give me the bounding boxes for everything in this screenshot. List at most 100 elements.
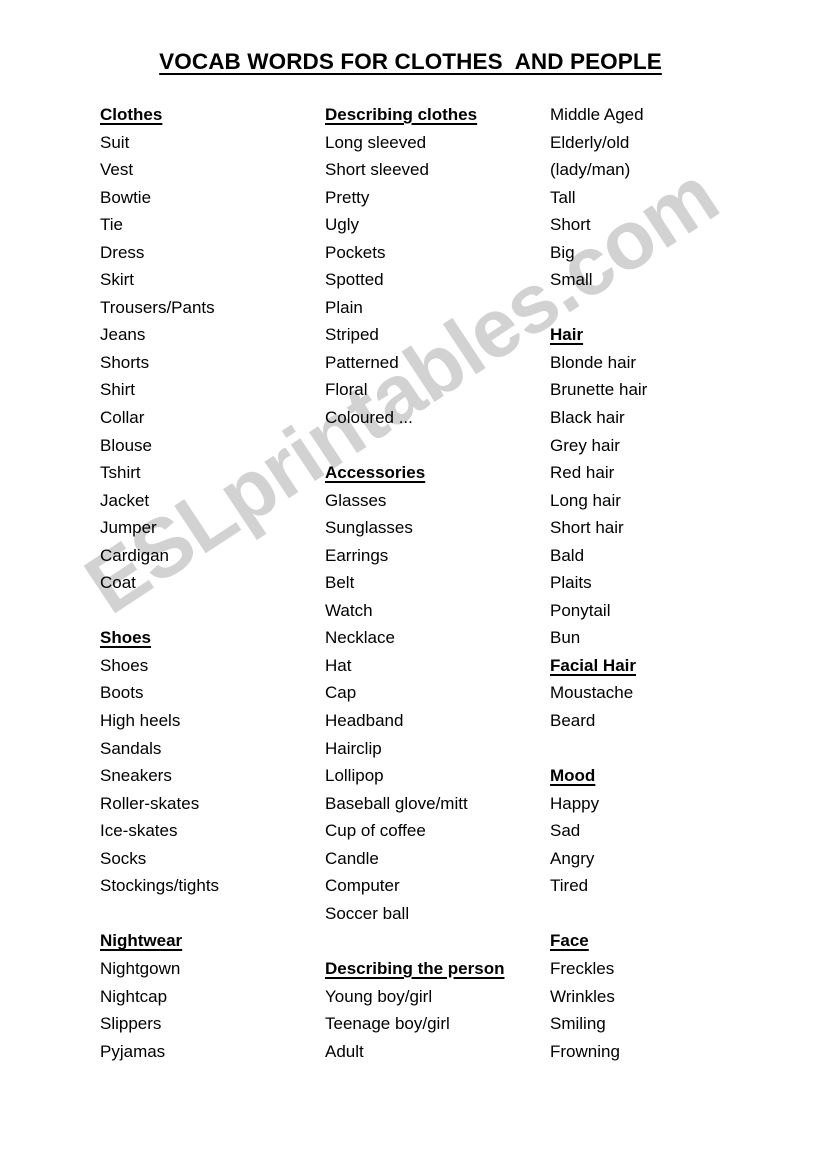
vocab-item: Shirt (100, 380, 135, 400)
vocab-item: Short (550, 215, 591, 235)
vocab-item: Dress (100, 242, 145, 262)
vocab-item: Stockings/tights (100, 876, 220, 896)
vocab-item: Jumper (100, 518, 157, 538)
vocab-item: Pretty (325, 187, 370, 207)
vocab-item: Lollipop (325, 766, 384, 786)
vocab-item: Plaits (550, 573, 592, 593)
vocab-item: Grey hair (550, 435, 620, 455)
vocab-item: Jeans (100, 325, 146, 345)
vocab-item: Moustache (550, 683, 634, 703)
vocab-item: Bowtie (100, 187, 152, 207)
vocab-item: Coloured ... (325, 408, 413, 428)
vocab-item: Short hair (550, 518, 624, 538)
vocab-item: Cardigan (100, 545, 169, 565)
vocab-item: Suit (100, 132, 130, 152)
vocab-column-2: Describing clothes Long sleeved Short slee… (325, 101, 540, 1065)
vocab-item: Big (550, 242, 575, 262)
vocab-item: Trousers/Pants (100, 297, 215, 317)
vocab-item: Long hair (550, 490, 621, 510)
vocab-item: Freckles (550, 958, 615, 978)
vocab-item: Smiling (550, 1014, 606, 1034)
vocab-item: Brunette hair (550, 380, 648, 400)
vocab-item: Patterned (325, 352, 399, 372)
vocab-item: Small (550, 270, 593, 290)
vocab-item: Socks (100, 848, 147, 868)
vocab-item: Pyjamas (100, 1041, 166, 1061)
vocab-item: Nightcap (100, 986, 168, 1006)
worksheet-page: ESLprintables.com VOCAB WORDS FOR CLOTHE… (0, 0, 821, 1169)
vocab-item: Glasses (325, 490, 387, 510)
vocab-item: Angry (550, 848, 595, 868)
vocab-item: Blonde hair (550, 352, 637, 372)
vocab-item: Happy (550, 793, 600, 813)
section-heading: Accessories (325, 463, 426, 483)
vocab-column-1: Clothes Suit Vest Bowtie Tie Dress Skirt Trouse… (100, 101, 315, 1065)
vocab-item: Sad (550, 821, 581, 841)
section-heading: Nightwear (100, 931, 183, 951)
vocab-item: Skirt (100, 270, 134, 290)
vocab-item: Long sleeved (325, 132, 427, 152)
vocab-item: Tired (550, 876, 589, 896)
section-heading: Face (550, 931, 589, 951)
vocab-item: Elderly/old (550, 132, 630, 152)
vocab-item: Roller-skates (100, 793, 200, 813)
vocab-item: Tie (100, 215, 123, 235)
section-heading: Describing clothes (325, 105, 478, 124)
vocab-item: Bald (550, 545, 585, 565)
vocab-item: Striped (325, 325, 379, 345)
section-heading: Describing the person (325, 958, 505, 978)
vocab-item: Plain (325, 297, 363, 317)
vocab-item: Wrinkles (550, 986, 615, 1006)
vocab-item: Black hair (550, 408, 625, 428)
section-heading: Facial Hair (550, 655, 636, 675)
vocab-item: Cap (325, 683, 357, 703)
section-heading: Clothes (100, 105, 163, 124)
vocab-item: Necklace (325, 628, 395, 648)
vocab-item: Teenage boy/girl (325, 1014, 450, 1034)
section-heading: Mood (550, 766, 596, 786)
vocab-item: Adult (325, 1041, 364, 1061)
vocab-item: Sunglasses (325, 518, 413, 538)
vocab-item: Tall (550, 187, 576, 207)
vocab-item: Candle (325, 848, 379, 868)
vocab-item: Spotted (325, 270, 384, 290)
vocab-item: Young boy/girl (325, 986, 433, 1006)
vocab-item: Frowning (550, 1041, 620, 1061)
vocab-item: Floral (325, 380, 368, 400)
page-title: VOCAB WORDS FOR CLOTHES AND PEOPLE (0, 49, 821, 75)
vocab-item: Ponytail (550, 600, 611, 620)
vocab-item: Sandals (100, 738, 162, 758)
vocab-item: Watch (325, 600, 373, 620)
vocab-item: Ice-skates (100, 821, 178, 841)
vocab-item: Earrings (325, 545, 389, 565)
vocab-item: (lady/man) (550, 160, 631, 180)
vocab-item: Soccer ball (325, 903, 410, 923)
vocab-item: Ugly (325, 215, 360, 235)
vocab-item: Belt (325, 573, 355, 593)
vocab-item: Cup of coffee (325, 821, 426, 841)
vocab-item: Red hair (550, 463, 615, 483)
section-heading: Hair (550, 325, 584, 345)
vocab-item: Pockets (325, 242, 386, 262)
vocab-item: Short sleeved (325, 160, 429, 180)
section-heading: Shoes (100, 628, 152, 648)
vocab-item: High heels (100, 711, 181, 731)
vocab-item: Tshirt (100, 463, 141, 483)
vocab-item: Blouse (100, 435, 152, 455)
vocab-item: Beard (550, 711, 596, 731)
vocab-item: Jacket (100, 490, 150, 510)
vocab-item: Shorts (100, 352, 150, 372)
vocab-item: Shoes (100, 655, 149, 675)
vocab-item: Computer (325, 876, 400, 896)
vocab-item: Collar (100, 408, 145, 428)
vocab-item: Coat (100, 573, 136, 593)
vocab-item: Slippers (100, 1014, 162, 1034)
vocab-item: Boots (100, 683, 144, 703)
vocab-item: Bun (550, 628, 581, 648)
